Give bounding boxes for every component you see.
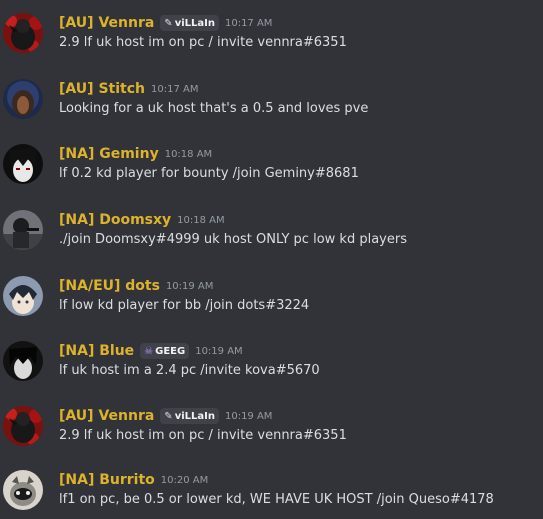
timestamp[interactable]: 10:19 AM (195, 346, 242, 357)
avatar[interactable] (3, 13, 43, 53)
message-content: 2.9 lf uk host im on pc / invite vennra#… (59, 35, 347, 50)
avatar[interactable] (3, 144, 43, 184)
timestamp[interactable]: 10:20 AM (161, 475, 208, 486)
username[interactable]: [AU] Vennra (59, 15, 154, 31)
server-tag-label: viLLaIn (174, 17, 215, 29)
message-content: 2.9 lf uk host im on pc / invite vennra#… (59, 428, 347, 443)
message-item: [NA] Blue ☠ GEEG 10:19 AM lf uk host im … (0, 338, 543, 390)
timestamp[interactable]: 10:19 AM (166, 281, 213, 292)
username[interactable]: [AU] Stitch (59, 81, 145, 97)
timestamp[interactable]: 10:18 AM (177, 215, 224, 226)
message-content: Looking for a uk host that's a 0.5 and l… (59, 101, 369, 116)
message-item: [AU] Stitch 10:17 AM Looking for a uk ho… (0, 76, 543, 128)
message-content: lf low kd player for bb /join dots#3224 (59, 298, 310, 313)
username[interactable]: [NA] Burrito (59, 472, 155, 488)
message-item: [NA] Doomsxy 10:18 AM ./join Doomsxy#499… (0, 207, 543, 259)
skull-icon: ☠ (144, 345, 154, 357)
username[interactable]: [NA/EU] dots (59, 278, 160, 294)
avatar[interactable] (3, 406, 43, 446)
username[interactable]: [NA] Doomsxy (59, 212, 171, 228)
message-item: [AU] Vennra ✎ viLLaIn 10:19 AM 2.9 lf uk… (0, 403, 543, 455)
message-item: [NA] Geminy 10:18 AM lf 0.2 kd player fo… (0, 141, 543, 193)
username[interactable]: [NA] Blue (59, 343, 134, 359)
server-tag-badge[interactable]: ✎ viLLaIn (160, 15, 219, 31)
message-content: lf 0.2 kd player for bounty /join Geminy… (59, 166, 359, 181)
chat-message-list: [AU] Vennra ✎ viLLaIn 10:17 AM 2.9 lf uk… (0, 0, 543, 517)
avatar[interactable] (3, 341, 43, 381)
username[interactable]: [AU] Vennra (59, 408, 154, 424)
timestamp[interactable]: 10:17 AM (225, 18, 272, 29)
avatar[interactable] (3, 210, 43, 250)
pencil-icon: ✎ (164, 17, 173, 29)
server-tag-label: viLLaIn (174, 410, 215, 422)
timestamp[interactable]: 10:17 AM (151, 84, 198, 95)
timestamp[interactable]: 10:19 AM (225, 411, 272, 422)
message-item: [NA] Burrito 10:20 AM lf1 on pc, be 0.5 … (0, 467, 543, 519)
message-content: lf1 on pc, be 0.5 or lower kd, WE HAVE U… (59, 492, 494, 507)
username[interactable]: [NA] Geminy (59, 146, 159, 162)
avatar[interactable] (3, 79, 43, 119)
server-tag-badge[interactable]: ✎ viLLaIn (160, 408, 219, 424)
avatar[interactable] (3, 276, 43, 316)
pencil-icon: ✎ (164, 410, 173, 422)
timestamp[interactable]: 10:18 AM (165, 149, 212, 160)
message-content: lf uk host im a 2.4 pc /invite kova#5670 (59, 363, 320, 378)
message-item: [AU] Vennra ✎ viLLaIn 10:17 AM 2.9 lf uk… (0, 10, 543, 62)
server-tag-label: GEEG (155, 345, 186, 357)
message-content: ./join Doomsxy#4999 uk host ONLY pc low … (59, 232, 407, 247)
server-tag-badge[interactable]: ☠ GEEG (140, 343, 190, 359)
avatar[interactable] (3, 470, 43, 510)
message-item: [NA/EU] dots 10:19 AM lf low kd player f… (0, 273, 543, 325)
